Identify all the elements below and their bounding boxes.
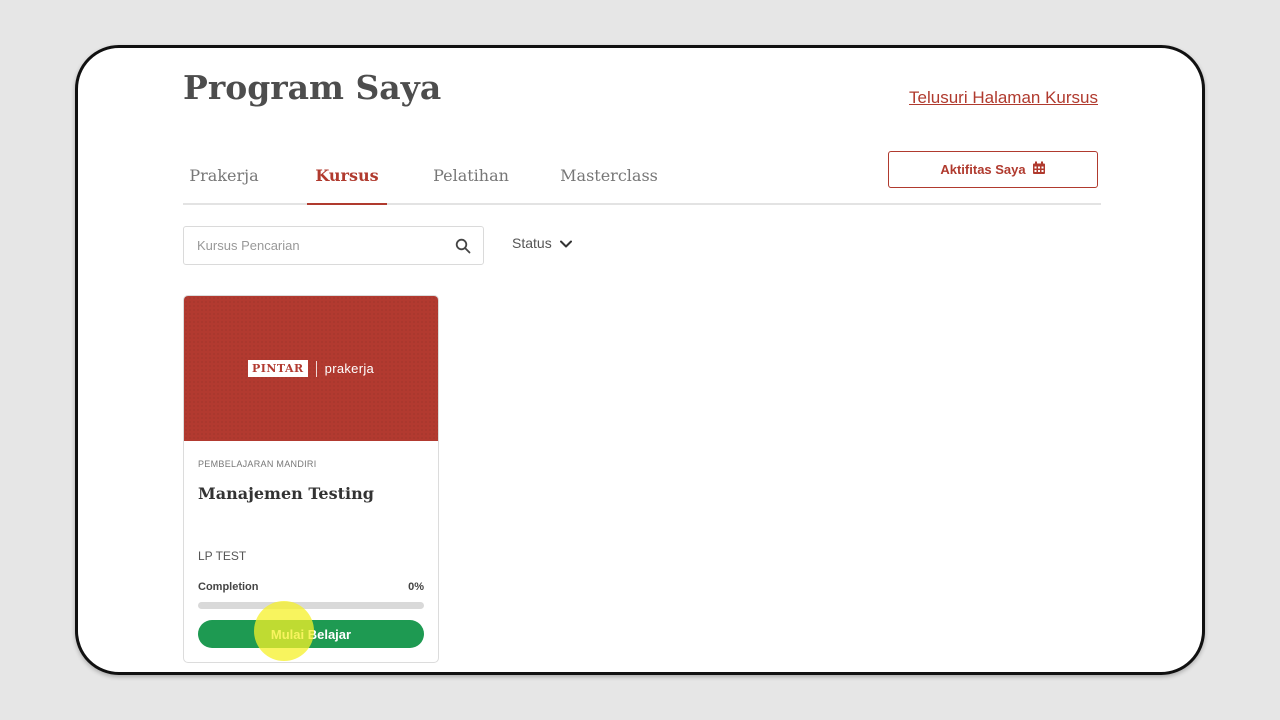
chevron-down-icon — [559, 235, 572, 251]
search-icon[interactable] — [455, 238, 471, 254]
tab-kursus[interactable]: Kursus — [307, 152, 387, 205]
my-activity-button[interactable]: Aktifitas Saya — [888, 151, 1098, 188]
calendar-icon — [1032, 161, 1046, 178]
app-window: Program Saya Telusuri Halaman Kursus Pra… — [75, 45, 1205, 675]
status-filter-label: Status — [512, 235, 552, 251]
completion-value: 0% — [408, 581, 424, 593]
course-title[interactable]: Manajemen Testing — [198, 484, 374, 503]
course-search-input[interactable] — [184, 227, 444, 264]
completion-progress-bar — [198, 602, 424, 609]
tab-masterclass[interactable]: Masterclass — [556, 152, 662, 205]
course-card[interactable]: PINTAR prakerja PEMBELAJARAN MANDIRI Man… — [183, 295, 439, 663]
course-thumbnail: PINTAR prakerja — [184, 296, 438, 441]
start-learning-button[interactable]: Mulai Belajar — [198, 620, 424, 648]
completion-label: Completion — [198, 581, 259, 593]
status-filter-dropdown[interactable]: Status — [512, 235, 572, 251]
course-category: PEMBELAJARAN MANDIRI — [198, 459, 317, 469]
page-title: Program Saya — [183, 68, 442, 107]
tab-prakerja[interactable]: Prakerja — [183, 152, 265, 205]
pintar-prakerja-logo: PINTAR prakerja — [247, 360, 375, 377]
course-card-body: PEMBELAJARAN MANDIRI Manajemen Testing L… — [184, 441, 438, 662]
brand-divider — [315, 360, 317, 377]
brand-pintar: PINTAR — [247, 360, 308, 377]
course-search-box — [183, 226, 484, 265]
my-activity-label: Aktifitas Saya — [940, 162, 1026, 177]
course-provider: LP TEST — [198, 549, 247, 563]
browse-courses-link[interactable]: Telusuri Halaman Kursus — [909, 88, 1098, 108]
brand-prakerja: prakerja — [324, 361, 375, 376]
tab-pelatihan[interactable]: Pelatihan — [428, 152, 514, 205]
